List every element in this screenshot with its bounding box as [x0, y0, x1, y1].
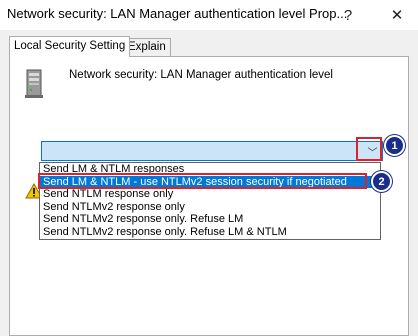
dropdown-option[interactable]: Send NTLMv2 response only. Refuse LM: [40, 213, 380, 226]
callout-highlight-selected-option: [38, 173, 367, 189]
tab-local-security-setting[interactable]: Local Security Setting: [9, 36, 131, 57]
dropdown-option[interactable]: Send NTLMv2 response only: [40, 201, 380, 214]
help-button[interactable]: ?: [334, 0, 362, 30]
dropdown-option[interactable]: Send NTLM response only: [40, 188, 380, 201]
callout-badge-1: 1: [384, 135, 405, 156]
dropdown-option[interactable]: Send NTLMv2 response only. Refuse LM & N…: [40, 226, 380, 239]
title-bar: Network security: LAN Manager authentica…: [0, 0, 418, 30]
authentication-level-select[interactable]: ﹀: [41, 141, 383, 161]
close-button[interactable]: ✕: [376, 0, 418, 30]
server-icon: [25, 69, 43, 98]
callout-highlight-combo-arrow: [356, 137, 382, 161]
window-title: Network security: LAN Manager authentica…: [7, 6, 348, 21]
policy-title: Network security: LAN Manager authentica…: [69, 69, 333, 81]
callout-badge-2: 2: [371, 171, 392, 192]
